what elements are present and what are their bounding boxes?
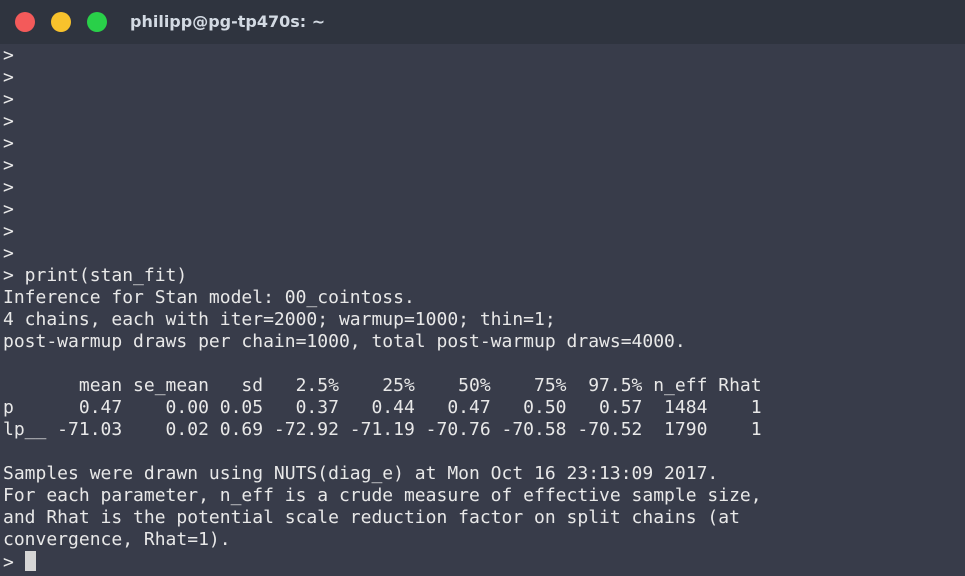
prompt-line: > <box>3 111 14 132</box>
active-prompt[interactable]: > <box>3 551 965 573</box>
table-row: p 0.47 0.00 0.05 0.37 0.44 0.47 0.50 0.5… <box>3 397 762 418</box>
output-line: and Rhat is the potential scale reductio… <box>3 507 740 528</box>
output-line: convergence, Rhat=1). <box>3 529 231 550</box>
title-bar[interactable]: philipp@pg-tp470s: ~ <box>0 0 965 44</box>
prompt-line: > <box>3 45 14 66</box>
prompt-line: > <box>3 243 14 264</box>
output-line: post-warmup draws per chain=1000, total … <box>3 331 686 352</box>
table-row: lp__ -71.03 0.02 0.69 -72.92 -71.19 -70.… <box>3 419 762 440</box>
prompt-line: > <box>3 67 14 88</box>
active-prompt-symbol: > <box>3 552 25 573</box>
table-header: mean se_mean sd 2.5% 25% 50% 75% 97.5% n… <box>3 375 762 396</box>
output-line: For each parameter, n_eff is a crude mea… <box>3 485 762 506</box>
prompt-line: > <box>3 155 14 176</box>
minimize-button[interactable] <box>51 12 71 32</box>
command-line: > print(stan_fit) <box>3 265 188 286</box>
maximize-button[interactable] <box>87 12 107 32</box>
close-button[interactable] <box>15 12 35 32</box>
output-line: Samples were drawn using NUTS(diag_e) at… <box>3 463 719 484</box>
prompt-line: > <box>3 177 14 198</box>
terminal-window: philipp@pg-tp470s: ~ > > > > > > > > > >… <box>0 0 965 576</box>
text-cursor <box>24 551 36 571</box>
window-title: philipp@pg-tp470s: ~ <box>130 12 326 31</box>
prompt-line: > <box>3 199 14 220</box>
output-line: Inference for Stan model: 00_cointoss. <box>3 287 415 308</box>
prompt-line: > <box>3 221 14 242</box>
prompt-line: > <box>3 89 14 110</box>
terminal-output[interactable]: > > > > > > > > > > > print(stan_fit) In… <box>0 44 965 576</box>
output-line: 4 chains, each with iter=2000; warmup=10… <box>3 309 556 330</box>
prompt-line: > <box>3 133 14 154</box>
